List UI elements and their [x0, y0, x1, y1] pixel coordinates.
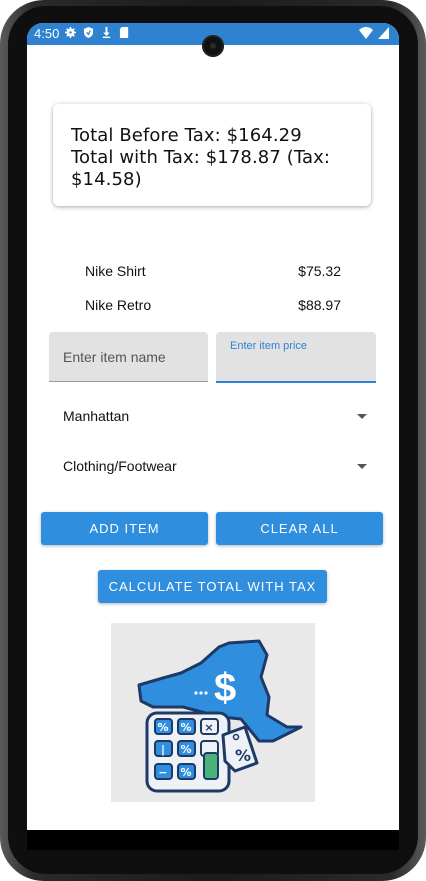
system-nav-bar	[27, 830, 399, 850]
total-before-tax: Total Before Tax: $164.29	[71, 125, 302, 146]
svg-text:×: ×	[204, 721, 213, 734]
item-name: Nike Shirt	[85, 263, 146, 279]
illustration-graphic: $ %% |% −% × %	[137, 639, 303, 793]
category-dropdown[interactable]: Clothing/Footwear	[49, 448, 367, 486]
clear-all-button[interactable]: CLEAR ALL	[216, 512, 383, 545]
settings-icon	[65, 27, 76, 38]
location-value: Manhattan	[63, 408, 130, 424]
item-name: Nike Retro	[85, 297, 152, 313]
app-screen: 4:50 Total Before Tax: $164.29 Total wit…	[27, 23, 399, 830]
status-system-icons	[359, 27, 389, 39]
location-dropdown[interactable]: Manhattan	[49, 398, 367, 436]
category-value: Clothing/Footwear	[63, 458, 177, 474]
status-notification-icons	[65, 27, 130, 38]
svg-text:%: %	[180, 721, 191, 734]
sd-card-icon	[119, 27, 129, 38]
svg-text:%: %	[180, 743, 191, 756]
item-name-input[interactable]: Enter item name	[49, 332, 208, 382]
front-camera	[202, 35, 224, 57]
item-price-input[interactable]: Enter item price	[216, 332, 376, 383]
svg-text:%: %	[157, 721, 168, 734]
svg-text:%: %	[235, 746, 251, 765]
tax-summary-card: Total Before Tax: $164.29 Total with Tax…	[53, 104, 371, 206]
item-price: $75.32	[298, 263, 341, 279]
item-name-placeholder: Enter item name	[63, 349, 166, 365]
dropdown-arrow-icon	[357, 414, 367, 419]
svg-text:%: %	[180, 766, 191, 779]
signal-icon	[378, 27, 389, 39]
svg-text:−: −	[158, 766, 167, 779]
add-item-button[interactable]: ADD ITEM	[41, 512, 208, 545]
download-icon	[102, 27, 111, 38]
item-price: $88.97	[298, 297, 341, 313]
item-price-label: Enter item price	[230, 340, 308, 352]
svg-text:$: $	[214, 666, 236, 710]
wifi-icon	[359, 27, 373, 39]
total-with-tax-cont: $14.58)	[71, 169, 142, 190]
svg-text:|: |	[161, 743, 165, 756]
status-time: 4:50	[34, 26, 60, 41]
total-with-tax: Total with Tax: $178.87 (Tax:	[71, 147, 330, 168]
dropdown-arrow-icon	[357, 464, 367, 469]
ny-tax-calculator-illustration: $ %% |% −% × %	[111, 623, 315, 802]
shield-icon	[83, 27, 94, 38]
calculate-total-button[interactable]: CALCULATE TOTAL WITH TAX	[98, 570, 327, 603]
